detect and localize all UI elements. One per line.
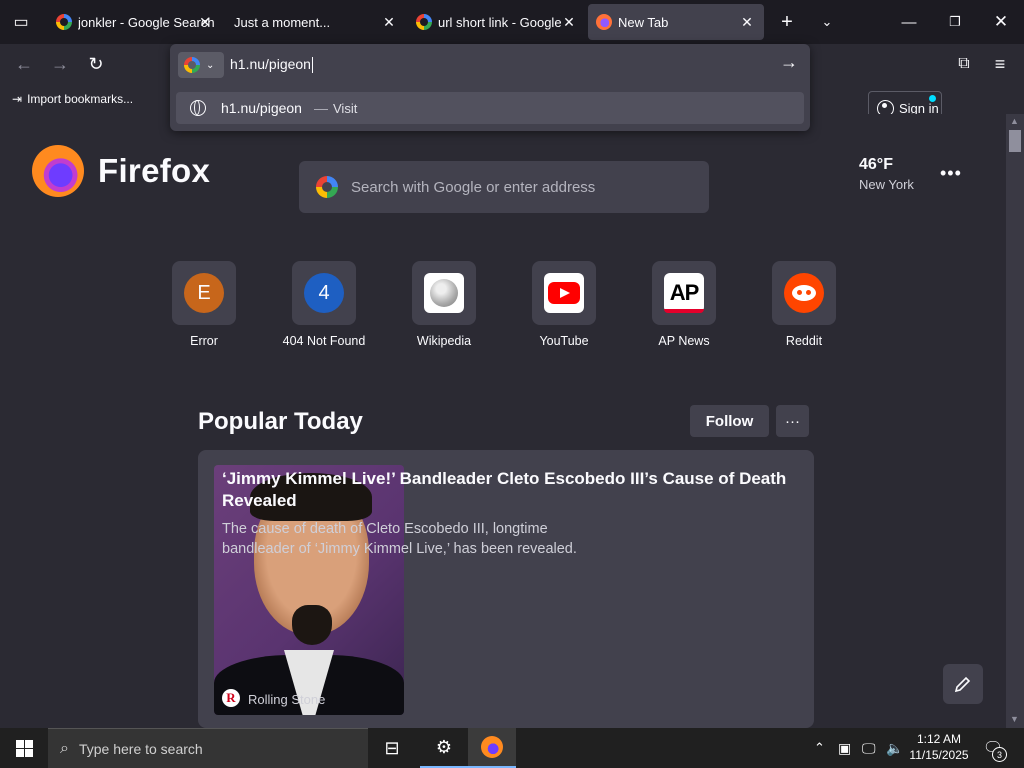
- google-icon: [316, 176, 338, 198]
- import-bookmarks-link[interactable]: Import bookmarks...: [27, 92, 133, 106]
- url-text[interactable]: h1.nu/pigeon: [230, 56, 313, 74]
- close-tab-icon[interactable]: ✕: [380, 13, 398, 31]
- import-icon: ⇥: [12, 92, 23, 106]
- google-icon: [416, 14, 432, 30]
- search-icon: ⌕: [60, 739, 69, 757]
- firefox-logo: [32, 145, 84, 197]
- weather-more-icon[interactable]: •••: [940, 163, 962, 184]
- restore-icon[interactable]: ❐: [932, 0, 978, 44]
- customize-pencil-icon[interactable]: [943, 664, 983, 704]
- tab-strip: ▭ jonkler - Google Search ✕ Just a momen…: [0, 0, 1024, 44]
- tab-title: jonkler - Google Search: [78, 14, 215, 30]
- shortcut-youtube[interactable]: [532, 261, 596, 325]
- section-more-icon[interactable]: ···: [776, 405, 809, 437]
- section-title: Popular Today: [198, 408, 363, 435]
- show-hidden-icons-chevron-icon[interactable]: ⌃: [814, 728, 825, 768]
- story-excerpt: The cause of death of Cleto Escobedo III…: [222, 521, 577, 557]
- weather-temperature[interactable]: 46°F: [859, 156, 893, 174]
- task-view-icon[interactable]: ⊟: [368, 728, 416, 768]
- close-tab-icon[interactable]: ✕: [196, 13, 214, 31]
- minimize-icon[interactable]: —: [886, 0, 932, 44]
- weather-city[interactable]: New York: [859, 177, 914, 192]
- youtube-icon: [544, 273, 584, 313]
- newtab-search-box[interactable]: Search with Google or enter address: [299, 161, 709, 213]
- security-icon[interactable]: ▣: [838, 728, 851, 768]
- rolling-stone-icon: R: [222, 689, 240, 707]
- network-icon[interactable]: 🖵: [862, 728, 876, 768]
- shortcut-wikipedia[interactable]: [412, 261, 476, 325]
- extensions-puzzle-icon[interactable]: ⧉: [950, 50, 978, 78]
- scrollbar[interactable]: ▲ ▼: [1006, 114, 1024, 728]
- scroll-thumb[interactable]: [1009, 130, 1021, 152]
- taskbar-search[interactable]: ⌕ Type here to search: [48, 728, 368, 768]
- tab-title: url short link - Google Se: [438, 14, 562, 30]
- suggestion-url: h1.nu/pigeon: [221, 100, 302, 116]
- clock-time: 1:12 AM: [916, 732, 962, 746]
- shortcut-reddit[interactable]: [772, 261, 836, 325]
- url-input[interactable]: ⌄ h1.nu/pigeon →: [174, 48, 806, 80]
- chevron-down-icon: ⌄: [206, 59, 215, 71]
- reddit-icon: [784, 273, 824, 313]
- shortcut-label: 404 Not Found: [282, 334, 366, 348]
- firefox-view-icon[interactable]: ▭: [0, 0, 42, 44]
- forward-arrow-icon[interactable]: →: [46, 50, 74, 78]
- windows-logo-icon: [15, 739, 33, 757]
- shortcut-label: Error: [190, 334, 218, 348]
- tab-new-tab[interactable]: New Tab ✕: [588, 4, 764, 40]
- google-icon: [56, 14, 72, 30]
- urlbar-panel: ⌄ h1.nu/pigeon → h1.nu/pigeon — Visit: [170, 44, 810, 131]
- shortcut-404[interactable]: 4: [292, 261, 356, 325]
- close-tab-icon[interactable]: ✕: [738, 13, 756, 31]
- search-placeholder: Search with Google or enter address: [351, 179, 596, 196]
- back-arrow-icon[interactable]: ←: [10, 50, 38, 78]
- story-source: Rolling Stone: [248, 692, 326, 707]
- suggestion-action: Visit: [333, 101, 358, 116]
- scroll-down-icon[interactable]: ▼: [1010, 714, 1019, 724]
- taskbar: ⌕ Type here to search ⊟ ⚙ ⌃ ▣ 🖵 🔈 1:12 A…: [0, 728, 1024, 768]
- ap-news-icon: AP: [664, 273, 704, 313]
- clock[interactable]: 1:12 AM 11/15/2025: [900, 731, 978, 763]
- story-title[interactable]: ‘Jimmy Kimmel Live!’ Bandleader Cleto Es…: [222, 468, 802, 512]
- reload-icon[interactable]: ↻: [82, 50, 110, 78]
- tab-jonkler[interactable]: jonkler - Google Search ✕: [48, 4, 218, 40]
- notification-dot: [929, 95, 936, 102]
- window-close-icon[interactable]: ✕: [978, 0, 1024, 44]
- close-tab-icon[interactable]: ✕: [560, 13, 578, 31]
- firefox-wordmark: Firefox: [98, 152, 211, 189]
- firefox-taskbar-icon[interactable]: [468, 728, 516, 768]
- shortcut-error[interactable]: E: [172, 261, 236, 325]
- google-icon: [184, 57, 200, 73]
- settings-gear-icon[interactable]: ⚙: [420, 728, 468, 768]
- notification-count-badge: 3: [992, 747, 1007, 762]
- start-button[interactable]: [0, 728, 48, 768]
- shortcut-label: YouTube: [539, 334, 589, 348]
- tab-title: Just a moment...: [234, 14, 331, 30]
- list-tabs-chevron-icon[interactable]: ⌄: [804, 0, 850, 44]
- url-suggestion-row[interactable]: h1.nu/pigeon — Visit: [176, 92, 804, 124]
- shortcut-label: Reddit: [785, 334, 823, 348]
- taskbar-search-placeholder: Type here to search: [78, 740, 203, 757]
- shortcut-ap-news[interactable]: AP: [652, 261, 716, 325]
- shortcut-label: Wikipedia: [416, 334, 472, 348]
- tab-url-short-link[interactable]: url short link - Google Se ✕: [408, 4, 584, 40]
- letter-icon: E: [184, 273, 224, 313]
- search-engine-selector[interactable]: ⌄: [178, 52, 224, 78]
- firefox-icon: [596, 14, 612, 30]
- follow-button[interactable]: Follow: [690, 405, 769, 437]
- tab-title: New Tab: [618, 14, 669, 30]
- bookmarks-toolbar: ⇥ Import bookmarks...: [0, 84, 170, 114]
- wikipedia-icon: [424, 273, 464, 313]
- letter-icon: 4: [304, 273, 344, 313]
- globe-icon: [190, 100, 206, 116]
- tab-just-a-moment[interactable]: Just a moment... ✕: [222, 4, 406, 40]
- suggestion-separator: —: [314, 100, 328, 116]
- go-arrow-icon[interactable]: →: [780, 52, 798, 73]
- shortcut-label: AP News: [658, 334, 710, 348]
- menu-hamburger-icon[interactable]: ≡: [986, 50, 1014, 78]
- clock-date: 11/15/2025: [909, 748, 969, 762]
- scroll-up-icon[interactable]: ▲: [1010, 116, 1019, 126]
